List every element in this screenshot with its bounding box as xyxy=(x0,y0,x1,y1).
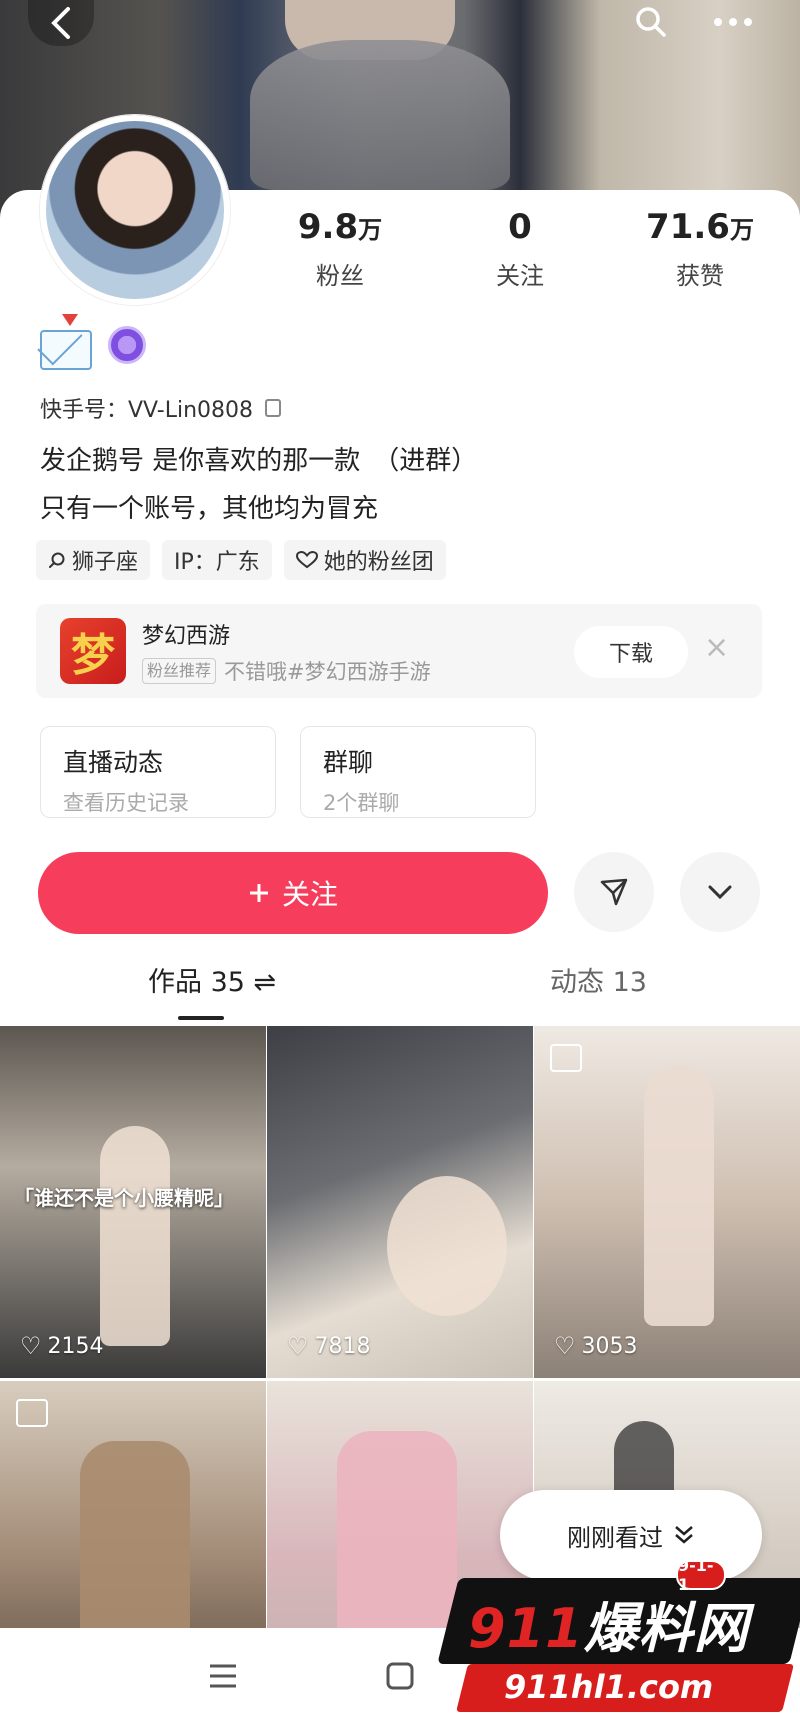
watermark-number: 911 xyxy=(468,1597,584,1660)
tab-works[interactable]: 作品 35 ⇌ xyxy=(148,960,276,999)
gem-badge-icon[interactable] xyxy=(108,326,146,364)
heart-icon: ♡ xyxy=(287,1332,309,1360)
gallery-icon xyxy=(550,1044,582,1072)
stat-fans-unit: 万 xyxy=(358,216,383,244)
content-tabs: 作品 35 ⇌ 动态 13 xyxy=(0,960,800,1020)
tag-ip: IP：广东 xyxy=(162,540,272,580)
video-thumbnail[interactable]: ♡ 3053 xyxy=(534,1026,800,1378)
ad-chip: 粉丝推荐 xyxy=(142,658,217,684)
square-icon xyxy=(386,1662,414,1690)
search-icon xyxy=(49,552,65,568)
bio-line-1: 发企鹅号 是你喜欢的那一款 （进群） xyxy=(40,446,478,476)
banner-skirt xyxy=(250,40,510,190)
live-history-subtitle: 查看历史记录 xyxy=(63,791,189,815)
follow-button[interactable]: 关注 xyxy=(38,852,548,934)
follow-label: 关注 xyxy=(281,878,338,911)
ad-title: 梦幻西游 xyxy=(142,624,231,649)
share-button[interactable] xyxy=(574,852,654,932)
mail-badge-icon[interactable] xyxy=(40,314,92,370)
stat-likes-unit: 万 xyxy=(729,216,754,244)
stat-likes-value: 71.6 xyxy=(646,207,730,247)
stat-following-label: 关注 xyxy=(496,262,544,290)
menu-icon xyxy=(210,1664,236,1688)
ad-download-button[interactable]: 下载 xyxy=(574,626,688,678)
ad-subtitle-row: 粉丝推荐 不错哦#梦幻西游手游 xyxy=(142,656,431,686)
group-chat-title: 群聊 xyxy=(323,748,374,777)
gallery-icon xyxy=(16,1399,48,1427)
stat-fans-label: 粉丝 xyxy=(316,262,364,290)
stat-fans-value: 9.8 xyxy=(297,207,359,247)
site-watermark-logo: 911爆料网 9-1-1 911hl1.com xyxy=(437,1556,800,1723)
tag-fan-club[interactable]: 她的粉丝团 xyxy=(283,540,446,580)
like-count-value: 2154 xyxy=(47,1333,104,1359)
like-count: ♡ 7818 xyxy=(287,1332,371,1360)
video-caption: 「谁还不是个小腰精呢」 xyxy=(14,1186,234,1210)
back-arrow-icon xyxy=(51,7,70,39)
game-logo-icon: 梦 xyxy=(60,618,126,684)
thumbnail-figure xyxy=(100,1126,170,1346)
plus-icon xyxy=(249,884,268,902)
tag-zodiac-label: 狮子座 xyxy=(72,550,139,575)
video-thumbnail[interactable]: 「谁还不是个小腰精呢」 ♡ 2154 xyxy=(0,1026,266,1378)
recently-viewed-label: 刚刚看过 xyxy=(567,1523,663,1552)
like-count: ♡ 2154 xyxy=(20,1332,104,1360)
group-chat-subtitle: 2个群聊 xyxy=(323,791,400,815)
stat-following-value: 0 xyxy=(508,207,532,247)
heart-icon: ♡ xyxy=(20,1332,42,1360)
watermark-badge: 9-1-1 xyxy=(676,1556,726,1594)
live-history-card[interactable]: 直播动态 查看历史记录 xyxy=(40,726,276,818)
close-icon[interactable]: × xyxy=(704,630,729,665)
thumbnail-figure xyxy=(337,1431,457,1651)
send-icon xyxy=(600,878,628,906)
home-button[interactable] xyxy=(380,1658,420,1694)
tab-active-indicator xyxy=(178,1016,224,1020)
heart-icon: ♡ xyxy=(554,1332,576,1360)
thumbnail-figure xyxy=(387,1176,507,1316)
tab-moments[interactable]: 动态 13 xyxy=(550,960,647,999)
heart-outline-icon xyxy=(295,551,318,569)
avatar[interactable] xyxy=(40,115,230,305)
watermark-url: 911hl1.com xyxy=(504,1668,714,1706)
tag-fan-club-label: 她的粉丝团 xyxy=(323,550,434,575)
more-button[interactable] xyxy=(700,0,766,44)
like-count-value: 3053 xyxy=(581,1333,638,1359)
bio-line-2: 只有一个账号，其他均为冒充 xyxy=(40,494,379,524)
search-button[interactable] xyxy=(618,0,684,44)
profile-tags: 狮子座 IP：广东 她的粉丝团 xyxy=(36,540,446,580)
like-count-value: 7818 xyxy=(314,1333,371,1359)
like-count: ♡ 3053 xyxy=(554,1332,638,1360)
copy-icon[interactable] xyxy=(265,399,282,417)
stat-likes-label: 获赞 xyxy=(676,262,724,290)
video-thumbnail[interactable]: ♡ 7818 xyxy=(267,1026,533,1378)
stat-fans[interactable]: 9.8万 粉丝 xyxy=(250,205,430,295)
more-dots-icon xyxy=(714,18,752,26)
sponsored-game-ad[interactable]: 梦 梦幻西游 粉丝推荐 不错哦#梦幻西游手游 下载 × xyxy=(36,604,762,698)
recent-apps-button[interactable] xyxy=(203,1658,243,1694)
watermark-name: 爆料网 xyxy=(583,1597,749,1660)
kuaishou-id-text: 快手号：VV-Lin0808 xyxy=(40,398,254,423)
chevron-down-icon xyxy=(708,885,732,900)
profile-badges xyxy=(40,314,146,370)
watermark-title: 911爆料网 xyxy=(468,1584,749,1663)
ad-subtitle: 不错哦#梦幻西游手游 xyxy=(224,660,431,684)
stat-following[interactable]: 0 关注 xyxy=(430,205,610,295)
search-icon xyxy=(636,7,666,37)
stat-likes[interactable]: 71.6万 获赞 xyxy=(610,205,790,295)
live-history-title: 直播动态 xyxy=(63,748,164,777)
thumbnail-figure xyxy=(644,1066,714,1326)
profile-stats: 9.8万 粉丝 0 关注 71.6万 获赞 xyxy=(250,205,790,295)
group-chat-card[interactable]: 群聊 2个群聊 xyxy=(300,726,536,818)
tag-zodiac[interactable]: 狮子座 xyxy=(36,540,151,580)
kuaishou-id: 快手号：VV-Lin0808 xyxy=(40,392,282,424)
expand-button[interactable] xyxy=(680,852,760,932)
double-chevron-down-icon xyxy=(675,1526,693,1544)
tag-ip-label: IP：广东 xyxy=(174,550,260,575)
